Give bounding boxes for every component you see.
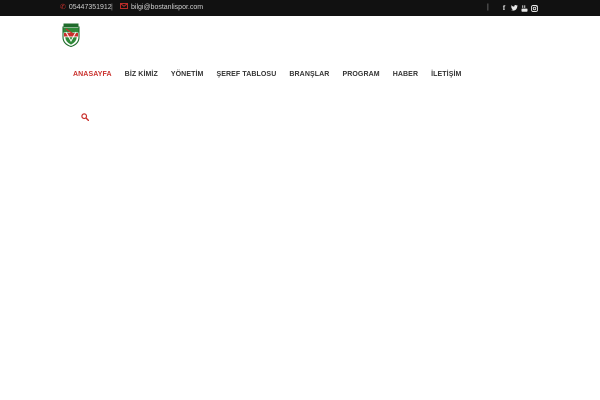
club-crest-logo[interactable] [62,23,80,48]
email-address: bilgi@bostanlispor.com [131,4,204,11]
nav-item-biz-kimiz[interactable]: BİZ KİMİZ [125,70,158,80]
instagram-icon[interactable] [530,0,538,16]
topbar-separator: | [111,4,113,11]
top-bar: ✆ 05447351912 | bilgi@bostanlispor.com |… [0,0,600,16]
nav-item-seref-tablosu[interactable]: ŞEREF TABLOSU [216,70,276,80]
twitter-icon[interactable] [510,0,518,16]
phone-icon: ✆ [60,4,66,11]
facebook-icon[interactable]: f [500,0,508,16]
youtube-icon[interactable] [520,0,528,16]
nav-item-anasayfa[interactable]: ANASAYFA [73,70,112,80]
phone-contact[interactable]: ✆ 05447351912 [60,0,112,16]
nav-item-branslar[interactable]: BRANŞLAR [289,70,329,80]
search-icon[interactable] [81,108,91,122]
nav-item-haber[interactable]: HABER [393,70,418,80]
email-contact[interactable]: bilgi@bostanlispor.com [120,0,203,16]
nav-item-program[interactable]: PROGRAM [342,70,379,80]
nav-item-iletisim[interactable]: İLETİŞİM [431,70,461,80]
mail-icon [120,0,128,16]
phone-number: 05447351912 [68,4,112,11]
nav-item-yonetim[interactable]: YÖNETİM [171,70,204,80]
social-separator: | [487,4,489,11]
main-nav: ANASAYFA BİZ KİMİZ YÖNETİM ŞEREF TABLOSU… [73,70,461,80]
